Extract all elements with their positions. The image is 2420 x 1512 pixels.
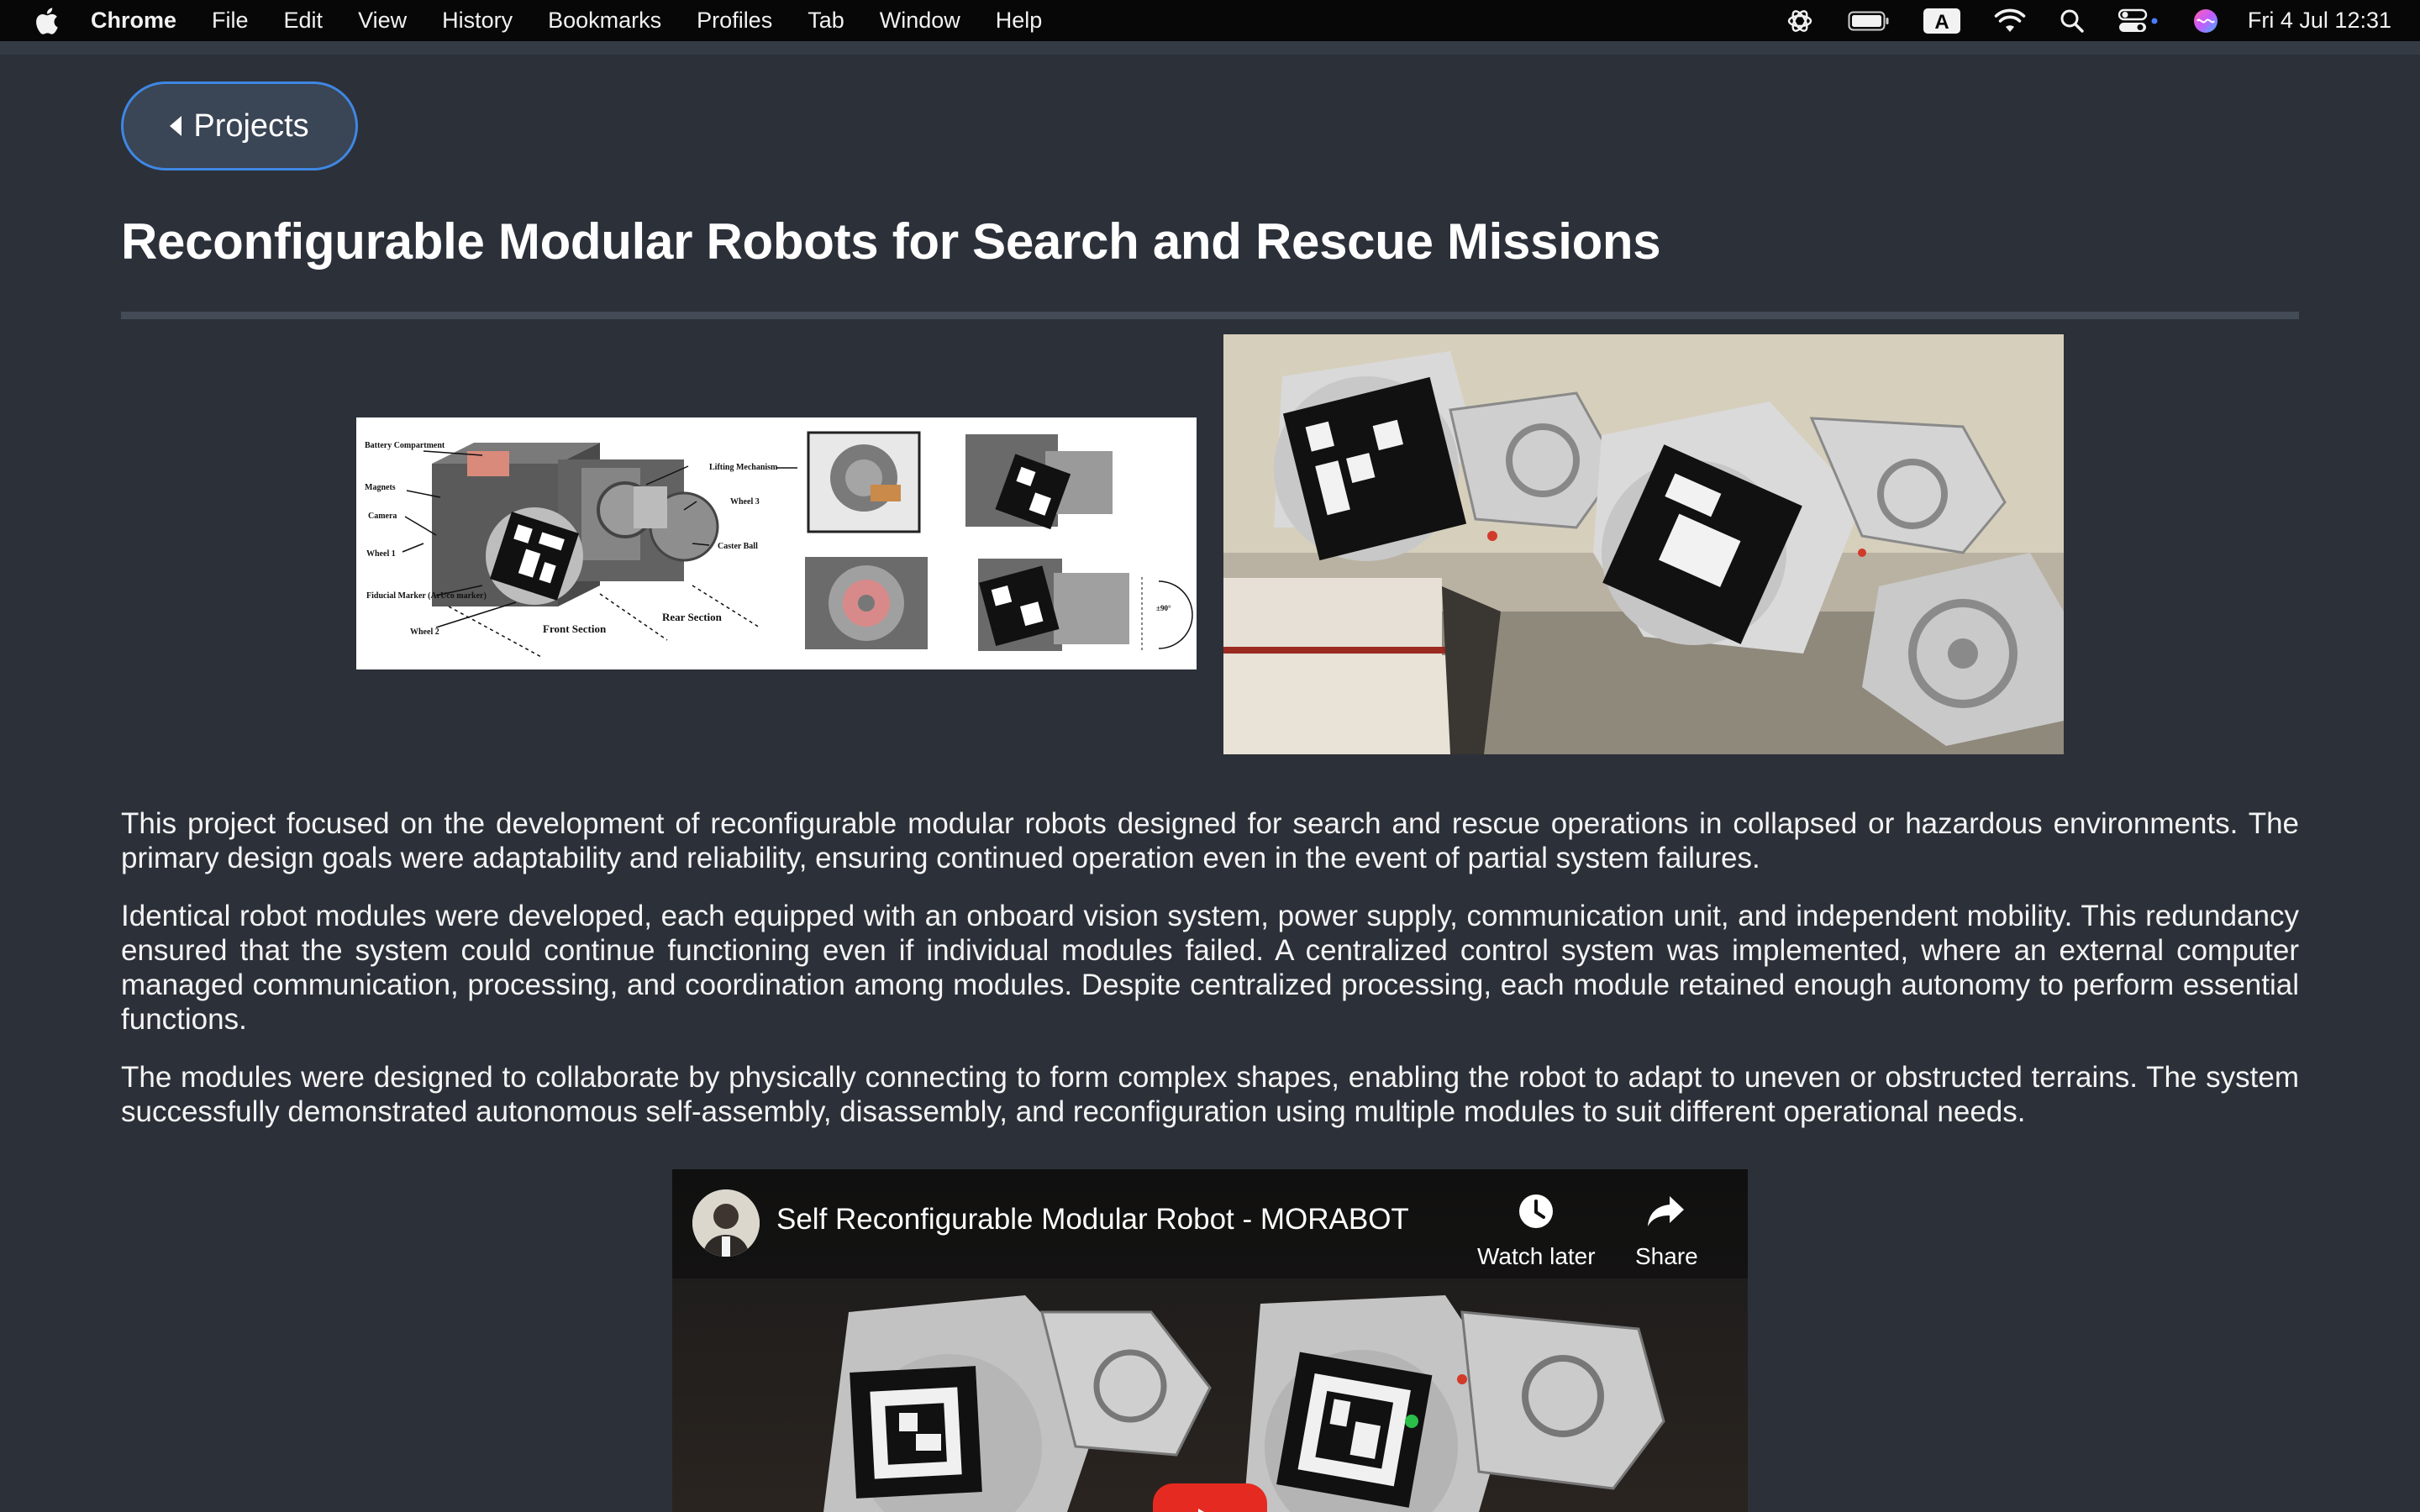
control-center-icon[interactable] (2118, 8, 2159, 34)
label-front-section: Front Section (543, 622, 607, 635)
menu-view[interactable]: View (358, 8, 407, 34)
chatgpt-icon[interactable] (1786, 7, 1814, 35)
label-angle: ±90° (1156, 604, 1171, 612)
cad-detail-views (805, 431, 1193, 653)
spotlight-icon[interactable] (2060, 8, 2085, 34)
channel-avatar[interactable] (692, 1189, 760, 1257)
share-label: Share (1635, 1243, 1698, 1269)
back-button-label: Projects (193, 108, 309, 144)
input-source-icon[interactable]: A (1923, 7, 1960, 35)
robot-module-drawing (432, 443, 719, 606)
label-lifting: Lifting Mechanism (709, 463, 778, 472)
page-title: Reconfigurable Modular Robots for Search… (121, 213, 1661, 270)
browser-top-strip (0, 41, 2420, 55)
label-wheel1: Wheel 1 (366, 549, 396, 559)
menu-bar: Chrome File Edit View History Bookmarks … (0, 0, 2420, 41)
label-battery: Battery Compartment (365, 441, 445, 450)
clock-icon (1518, 1188, 1555, 1235)
play-icon (1198, 1509, 1205, 1512)
cad-diagram-image: Battery Compartment Magnets Camera Wheel… (356, 417, 1197, 669)
watch-later-label: Watch later (1477, 1243, 1596, 1269)
menu-bookmarks[interactable]: Bookmarks (548, 8, 661, 34)
status-area: A Fri 4 Jul 12:31 (1752, 0, 2391, 41)
menu-file[interactable]: File (212, 8, 249, 34)
input-source-label: A (1934, 11, 1949, 34)
menu-history[interactable]: History (442, 8, 513, 34)
apple-logo-icon[interactable] (34, 7, 59, 35)
label-wheel3: Wheel 3 (730, 497, 760, 507)
menu-profiles[interactable]: Profiles (697, 8, 772, 34)
label-magnets: Magnets (365, 483, 396, 492)
project-page: Projects Reconfigurable Modular Robots f… (0, 55, 2420, 1512)
menu-help[interactable]: Help (996, 8, 1043, 34)
play-button[interactable] (1153, 1483, 1267, 1512)
menu-clock[interactable]: Fri 4 Jul 12:31 (2248, 8, 2391, 34)
menu-tab[interactable]: Tab (808, 8, 844, 34)
watch-later-button[interactable]: Watch later (1477, 1188, 1596, 1270)
battery-icon[interactable] (1848, 11, 1890, 31)
video-title[interactable]: Self Reconfigurable Modular Robot - MORA… (776, 1203, 1409, 1236)
menu-edit[interactable]: Edit (284, 8, 324, 34)
menu-window[interactable]: Window (880, 8, 960, 34)
description-paragraph-2: Identical robot modules were developed, … (121, 900, 2299, 1036)
label-fiducial: Fiducial Marker (ArUco marker) (366, 591, 487, 601)
label-wheel2: Wheel 2 (410, 627, 439, 637)
back-to-projects-button[interactable]: Projects (121, 81, 358, 171)
siri-icon[interactable] (2192, 8, 2219, 34)
description-paragraph-3: The modules were designed to collaborate… (121, 1061, 2299, 1128)
description-paragraph-1: This project focused on the development … (121, 807, 2299, 874)
share-button[interactable]: Share (1635, 1188, 1698, 1270)
wifi-icon[interactable] (1994, 8, 2026, 34)
menu-app-chrome[interactable]: Chrome (91, 8, 176, 34)
robot-photo (1223, 334, 2064, 754)
share-arrow-icon (1647, 1188, 1686, 1235)
label-camera: Camera (368, 512, 397, 521)
label-rear-section: Rear Section (662, 611, 723, 623)
label-caster: Caster Ball (718, 542, 758, 551)
youtube-embed[interactable]: Self Reconfigurable Modular Robot - MORA… (672, 1169, 1748, 1512)
title-divider (121, 312, 2299, 319)
caret-left-icon (170, 116, 182, 136)
